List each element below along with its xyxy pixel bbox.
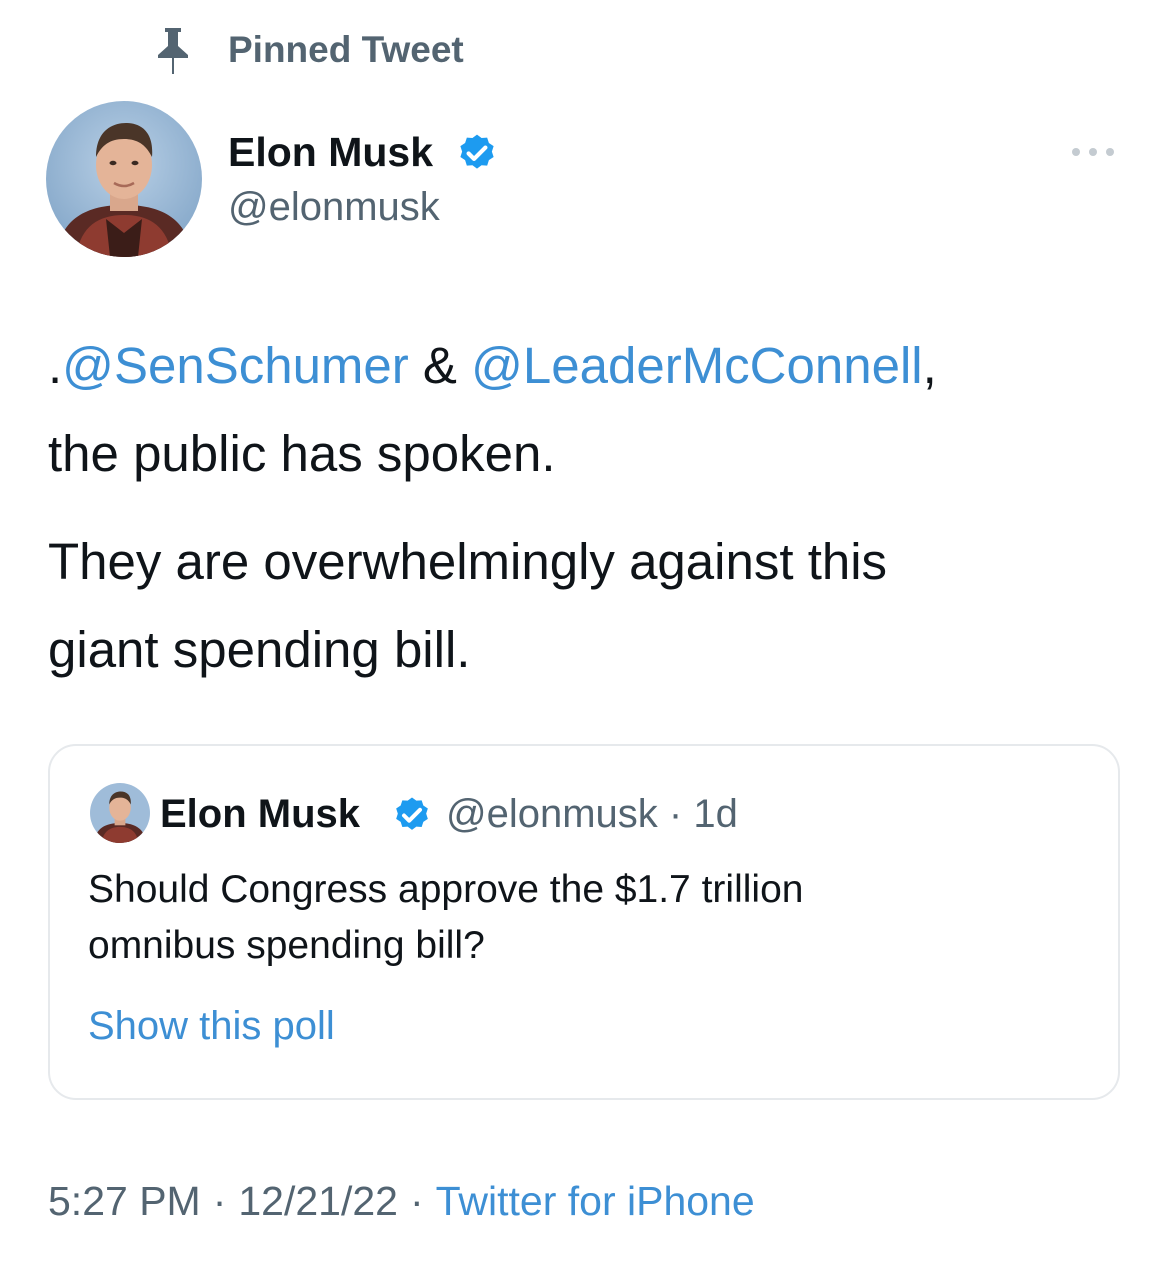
verified-badge-icon (456, 132, 498, 174)
mention-senschumer[interactable]: @SenSchumer (62, 337, 409, 394)
quote-text: Should Congress approve the $1.7 trillio… (88, 862, 1088, 974)
tweet-conjunction: & (408, 337, 472, 394)
author-handle[interactable]: @elonmusk (228, 183, 440, 231)
tweet-line-1: .@SenSchumer & @LeaderMcConnell, (48, 322, 1138, 410)
mention-leadermcconnell[interactable]: @LeaderMcConnell (471, 337, 923, 394)
show-poll-link[interactable]: Show this poll (88, 1002, 335, 1050)
footer-separator: · (212, 1178, 227, 1224)
quote-author-handle[interactable]: @elonmusk (446, 792, 658, 836)
quote-text-line-1: Should Congress approve the $1.7 trillio… (88, 868, 804, 911)
tweet-footer: 5:27 PM · 12/21/22 · Twitter for iPhone (48, 1176, 755, 1226)
quote-avatar[interactable] (90, 783, 150, 843)
tweet-prefix: . (48, 337, 63, 394)
more-options-icon[interactable] (1068, 142, 1118, 162)
tweet-date[interactable]: 12/21/22 (238, 1178, 398, 1224)
quote-text-line-2: omnibus spending bill? (88, 924, 485, 967)
tweet-line-3: They are overwhelmingly against this (48, 533, 888, 590)
verified-badge-icon (392, 795, 432, 835)
tweet-text: .@SenSchumer & @LeaderMcConnell, the pub… (48, 322, 1138, 694)
quote-meta: @elonmusk · 1d (446, 790, 738, 838)
tweet-source-link[interactable]: Twitter for iPhone (436, 1178, 755, 1224)
tweet-line-2: the public has spoken. (48, 425, 556, 482)
pinned-label: Pinned Tweet (228, 29, 464, 70)
tweet-comma: , (922, 337, 937, 394)
footer-separator: · (409, 1178, 424, 1224)
author-name[interactable]: Elon Musk (228, 128, 433, 176)
tweet-line-4: giant spending bill. (48, 621, 471, 678)
quote-separator: · (668, 792, 683, 836)
quote-author-name[interactable]: Elon Musk (160, 790, 360, 838)
pin-icon (152, 26, 194, 76)
quote-time[interactable]: 1d (693, 792, 738, 836)
avatar[interactable] (46, 101, 202, 257)
tweet-time[interactable]: 5:27 PM (48, 1178, 201, 1224)
